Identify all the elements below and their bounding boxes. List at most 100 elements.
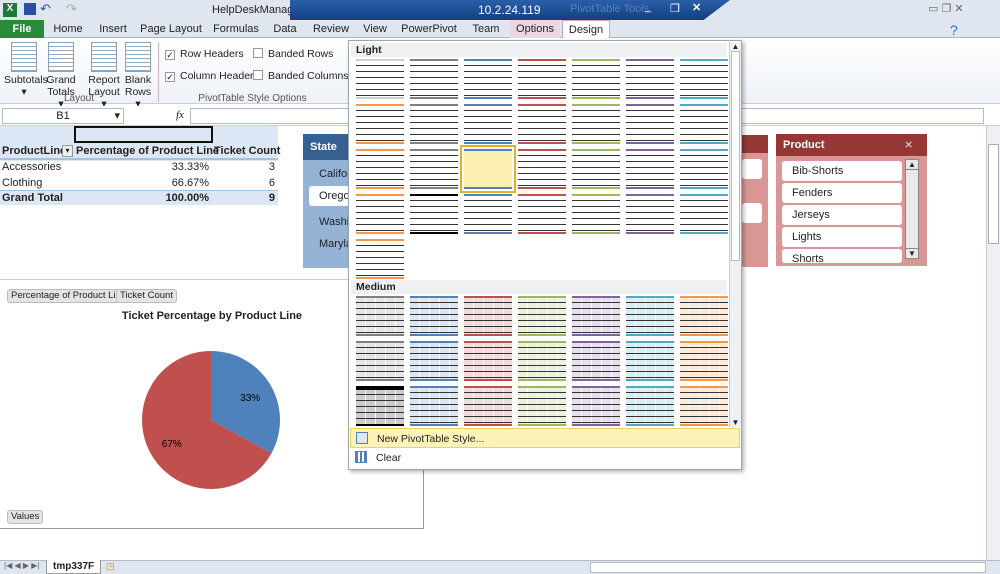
redo-icon[interactable]: ↷ (66, 1, 77, 17)
sheet-nav-buttons[interactable]: |◀ ◀ ▶ ▶| (4, 561, 39, 570)
row-headers-checkbox[interactable]: ✓ Row Headers (165, 48, 244, 60)
medium-style-thumbnail[interactable] (680, 386, 728, 426)
tab-file[interactable]: File (0, 20, 44, 38)
name-box[interactable]: B1 ▾ (2, 108, 124, 124)
medium-style-thumbnail[interactable] (356, 296, 404, 336)
vertical-scrollbar[interactable] (986, 126, 1000, 560)
row-label: Accessories (2, 161, 62, 173)
light-style-thumbnail[interactable] (518, 194, 566, 234)
light-style-thumbnail[interactable] (626, 149, 674, 189)
slicer-item[interactable]: Jerseys (782, 205, 902, 225)
banded-rows-checkbox[interactable]: Banded Rows (253, 48, 333, 60)
close-icon[interactable]: ✕ (692, 1, 701, 14)
restore-icon[interactable]: ❐ (670, 2, 680, 15)
slicer-item[interactable]: Bib-Shorts (782, 161, 902, 181)
tab-design[interactable]: Design (562, 20, 610, 38)
help-icon[interactable]: ? (950, 22, 958, 38)
row-percentage: 33.33% (171, 161, 209, 173)
slicer-item[interactable]: Shorts (782, 249, 902, 263)
medium-style-thumbnail[interactable] (518, 341, 566, 381)
insert-sheet-icon[interactable]: ◳ (106, 561, 115, 572)
new-pivottable-style-menu-item[interactable]: New PivotTable Style... (350, 428, 740, 448)
medium-style-thumbnail[interactable] (518, 296, 566, 336)
minimize-icon[interactable]: _ (645, 1, 651, 13)
light-style-thumbnail[interactable] (460, 145, 516, 193)
slicer-item[interactable]: Califor (309, 164, 351, 184)
tab-review[interactable]: Review (308, 20, 354, 38)
light-style-thumbnail[interactable] (626, 59, 674, 99)
tab-options[interactable]: Options (510, 20, 560, 38)
tab-home[interactable]: Home (48, 20, 88, 38)
slicer-item[interactable]: Maryla (309, 234, 352, 254)
light-style-thumbnail[interactable] (464, 194, 512, 234)
tab-view[interactable]: View (358, 20, 392, 38)
light-style-thumbnail[interactable] (464, 59, 512, 99)
tab-formulas[interactable]: Formulas (208, 20, 264, 38)
horizontal-scrollbar[interactable] (590, 562, 986, 573)
light-style-thumbnail[interactable] (356, 149, 404, 189)
light-style-thumbnail[interactable] (626, 104, 674, 144)
light-style-thumbnail[interactable] (356, 239, 404, 279)
medium-style-thumbnail[interactable] (626, 341, 674, 381)
light-style-thumbnail[interactable] (572, 59, 620, 99)
light-style-thumbnail[interactable] (410, 149, 458, 189)
clear-menu-item[interactable]: Clear (350, 448, 740, 468)
light-style-thumbnail[interactable] (410, 194, 458, 234)
medium-style-thumbnail[interactable] (410, 296, 458, 336)
slicer-scrollbar[interactable]: ▲ ▼ (905, 159, 919, 259)
app-window-controls[interactable]: ▭ ❐ ✕ (928, 2, 964, 15)
light-style-thumbnail[interactable] (572, 149, 620, 189)
light-style-thumbnail[interactable] (464, 104, 512, 144)
light-style-thumbnail[interactable] (680, 149, 728, 189)
medium-style-thumbnail[interactable] (680, 341, 728, 381)
light-style-thumbnail[interactable] (626, 194, 674, 234)
filter-icon[interactable]: ▾ (62, 145, 73, 157)
medium-style-thumbnail[interactable] (356, 341, 404, 381)
medium-style-thumbnail[interactable] (410, 386, 458, 426)
slicer-item[interactable]: Fenders (782, 183, 902, 203)
medium-style-thumbnail[interactable] (518, 386, 566, 426)
light-style-thumbnail[interactable] (410, 59, 458, 99)
medium-style-thumbnail[interactable] (356, 386, 404, 426)
light-style-thumbnail[interactable] (572, 104, 620, 144)
medium-style-thumbnail[interactable] (464, 341, 512, 381)
banded-columns-checkbox[interactable]: Banded Columns (253, 70, 349, 82)
clear-filter-icon[interactable]: ⨯ (904, 138, 913, 151)
tab-insert[interactable]: Insert (92, 20, 134, 38)
medium-style-thumbnail[interactable] (464, 386, 512, 426)
slicer-item[interactable]: Lights (782, 227, 902, 247)
layout-group-label: Layout (63, 93, 95, 104)
save-icon[interactable] (24, 3, 36, 15)
light-style-thumbnail[interactable] (356, 194, 404, 234)
subtotals-button[interactable]: Subtotals ▾ (4, 42, 48, 98)
medium-style-thumbnail[interactable] (626, 296, 674, 336)
light-style-thumbnail[interactable] (680, 194, 728, 234)
medium-style-thumbnail[interactable] (680, 296, 728, 336)
tab-data[interactable]: Data (268, 20, 302, 38)
light-style-thumbnail[interactable] (572, 194, 620, 234)
tab-powerpivot[interactable]: PowerPivot (396, 20, 462, 38)
fx-icon[interactable]: fx (176, 109, 184, 121)
medium-style-thumbnail[interactable] (572, 341, 620, 381)
column-headers-checkbox[interactable]: ✓ Column Headers (165, 70, 259, 82)
selected-cell[interactable] (74, 126, 213, 143)
gallery-scrollbar[interactable]: ▲ ▼ (729, 42, 741, 427)
light-style-thumbnail[interactable] (680, 104, 728, 144)
light-style-thumbnail[interactable] (518, 149, 566, 189)
light-style-thumbnail[interactable] (356, 104, 404, 144)
sheet-tab[interactable]: tmp337F (46, 560, 102, 574)
medium-style-thumbnail[interactable] (626, 386, 674, 426)
light-style-thumbnail[interactable] (680, 59, 728, 99)
light-style-thumbnail[interactable] (356, 59, 404, 99)
light-style-thumbnail[interactable] (410, 104, 458, 144)
undo-icon[interactable]: ↶ (40, 1, 51, 17)
medium-style-thumbnail[interactable] (572, 386, 620, 426)
tab-page-layout[interactable]: Page Layout (138, 20, 204, 38)
medium-style-thumbnail[interactable] (410, 341, 458, 381)
values-button[interactable]: Values (7, 510, 44, 524)
medium-style-thumbnail[interactable] (572, 296, 620, 336)
light-style-thumbnail[interactable] (518, 59, 566, 99)
light-style-thumbnail[interactable] (518, 104, 566, 144)
tab-team[interactable]: Team (466, 20, 506, 38)
medium-style-thumbnail[interactable] (464, 296, 512, 336)
